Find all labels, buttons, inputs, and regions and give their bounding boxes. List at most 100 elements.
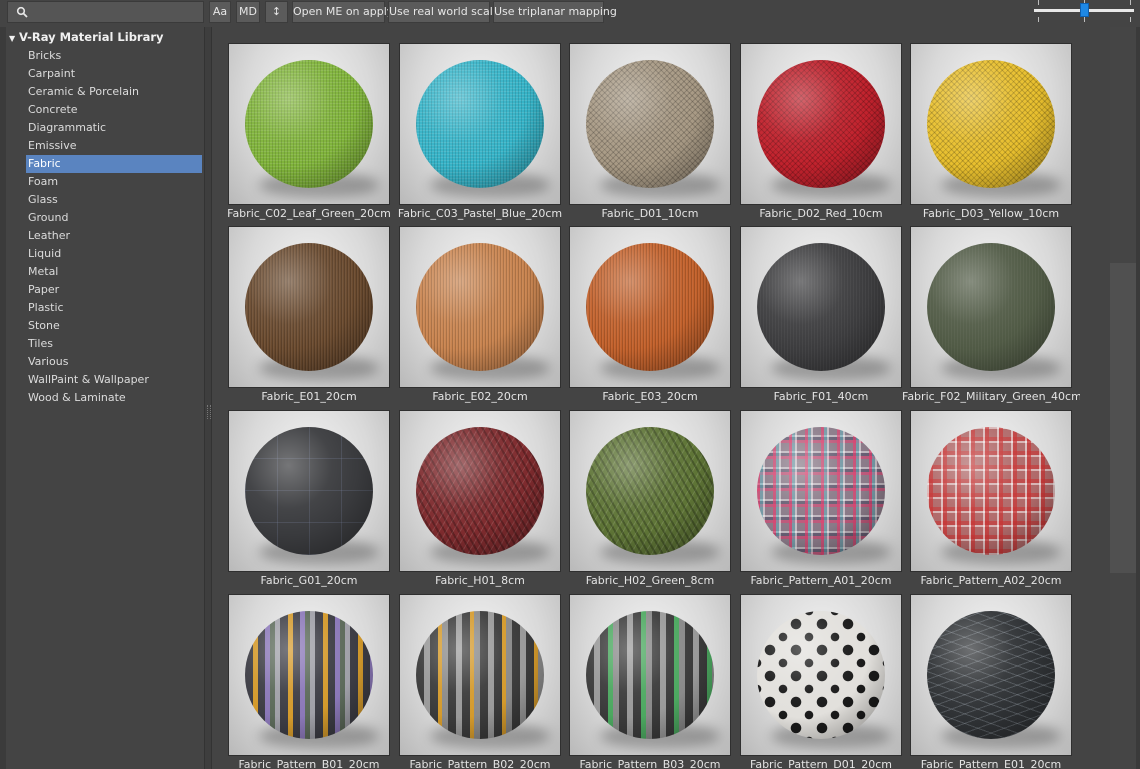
panel-splitter[interactable] bbox=[204, 27, 212, 769]
material-sphere-preview bbox=[757, 243, 885, 371]
material-thumbnail[interactable] bbox=[228, 226, 390, 388]
splitter-grip-icon[interactable] bbox=[207, 405, 211, 419]
material-name-label: Fabric_Pattern_B01_20cm bbox=[238, 758, 380, 769]
material-sphere-preview bbox=[927, 60, 1055, 188]
slider-thumb[interactable] bbox=[1080, 3, 1089, 17]
scrollbar-handle[interactable] bbox=[1110, 263, 1136, 573]
material-name-label: Fabric_C02_Leaf_Green_20cm bbox=[227, 207, 391, 220]
material-name-label: Fabric_Pattern_D01_20cm bbox=[750, 758, 892, 769]
thumbnail-size-slider[interactable] bbox=[1034, 0, 1134, 24]
material-thumbnail[interactable] bbox=[569, 226, 731, 388]
material-name-label: Fabric_Pattern_E01_20cm bbox=[920, 758, 1062, 769]
sidebar-item-wallpaint-wallpaper[interactable]: WallPaint & Wallpaper bbox=[26, 371, 202, 389]
material-thumbnail[interactable] bbox=[228, 43, 390, 205]
left-edge-strip bbox=[0, 27, 6, 769]
sidebar-item-liquid[interactable]: Liquid bbox=[26, 245, 202, 263]
material-thumbnail[interactable] bbox=[910, 43, 1072, 205]
sidebar-item-bricks[interactable]: Bricks bbox=[26, 47, 202, 65]
material-name-label: Fabric_E03_20cm bbox=[602, 390, 698, 403]
vertical-scrollbar[interactable] bbox=[1110, 27, 1140, 769]
material-name-label: Fabric_D01_10cm bbox=[601, 207, 699, 220]
material-thumbnail[interactable] bbox=[569, 594, 731, 756]
material-grid: Fabric_C02_Leaf_Green_20cm Fabric_C03_Pas… bbox=[213, 27, 1110, 769]
sidebar-item-paper[interactable]: Paper bbox=[26, 281, 202, 299]
material-name-label: Fabric_D03_Yellow_10cm bbox=[922, 207, 1060, 220]
material-sphere-preview bbox=[245, 611, 373, 739]
material-name-label: Fabric_H01_8cm bbox=[435, 574, 525, 587]
material-thumbnail[interactable] bbox=[228, 410, 390, 572]
material-sphere-preview bbox=[927, 611, 1055, 739]
material-name-label: Fabric_Pattern_A01_20cm bbox=[750, 574, 892, 587]
toolbar: Aa MD ↕ Open ME on apply Use real world … bbox=[0, 0, 1140, 26]
material-sphere-preview bbox=[245, 243, 373, 371]
material-name-label: Fabric_F02_Military_Green_40cm bbox=[902, 390, 1080, 403]
sidebar-item-ground[interactable]: Ground bbox=[26, 209, 202, 227]
material-thumbnail[interactable] bbox=[740, 43, 902, 205]
search-icon bbox=[16, 6, 28, 18]
material-thumbnail[interactable] bbox=[399, 226, 561, 388]
sidebar-item-leather[interactable]: Leather bbox=[26, 227, 202, 245]
material-name-label: Fabric_G01_20cm bbox=[260, 574, 358, 587]
md-button[interactable]: MD bbox=[236, 1, 260, 23]
material-name-label: Fabric_Pattern_B03_20cm bbox=[579, 758, 721, 769]
category-tree: ▼ V-Ray Material Library Bricks Carpaint Ce… bbox=[7, 27, 204, 769]
tree-root-label: V-Ray Material Library bbox=[19, 30, 164, 44]
search-input[interactable] bbox=[7, 1, 204, 23]
material-sphere-preview bbox=[245, 60, 373, 188]
material-name-label: Fabric_Pattern_A02_20cm bbox=[920, 574, 1062, 587]
expand-arrow-icon[interactable]: ▼ bbox=[9, 34, 19, 43]
sidebar-item-plastic[interactable]: Plastic bbox=[26, 299, 202, 317]
material-thumbnail[interactable] bbox=[228, 594, 390, 756]
use-real-world-scale-button[interactable]: Use real world scale bbox=[388, 1, 500, 23]
material-sphere-preview bbox=[927, 243, 1055, 371]
material-thumbnail[interactable] bbox=[910, 594, 1072, 756]
sidebar-item-ceramic-porcelain[interactable]: Ceramic & Porcelain bbox=[26, 83, 202, 101]
material-name-label: Fabric_H02_Green_8cm bbox=[585, 574, 715, 587]
use-triplanar-mapping-button[interactable]: Use triplanar mapping bbox=[493, 1, 617, 23]
material-thumbnail[interactable] bbox=[399, 594, 561, 756]
material-sphere-preview bbox=[927, 427, 1055, 555]
sidebar-item-tiles[interactable]: Tiles bbox=[26, 335, 202, 353]
material-sphere-preview bbox=[416, 60, 544, 188]
sidebar-item-fabric[interactable]: Fabric bbox=[26, 155, 202, 173]
material-thumbnail[interactable] bbox=[740, 226, 902, 388]
sidebar-item-diagrammatic[interactable]: Diagrammatic bbox=[26, 119, 202, 137]
material-thumbnail[interactable] bbox=[569, 43, 731, 205]
material-name-label: Fabric_F01_40cm bbox=[773, 390, 869, 403]
sidebar-item-various[interactable]: Various bbox=[26, 353, 202, 371]
material-name-label: Fabric_C03_Pastel_Blue_20cm bbox=[397, 207, 563, 220]
material-sphere-preview bbox=[586, 243, 714, 371]
material-thumbnail[interactable] bbox=[740, 594, 902, 756]
sidebar-item-stone[interactable]: Stone bbox=[26, 317, 202, 335]
open-me-on-apply-button[interactable]: Open ME on apply bbox=[292, 1, 393, 23]
sidebar-item-metal[interactable]: Metal bbox=[26, 263, 202, 281]
sidebar-item-foam[interactable]: Foam bbox=[26, 173, 202, 191]
material-thumbnail[interactable] bbox=[910, 410, 1072, 572]
material-thumbnail[interactable] bbox=[740, 410, 902, 572]
material-sphere-preview bbox=[757, 611, 885, 739]
material-name-label: Fabric_E02_20cm bbox=[432, 390, 528, 403]
material-thumbnail[interactable] bbox=[910, 226, 1072, 388]
material-name-label: Fabric_Pattern_B02_20cm bbox=[409, 758, 551, 769]
material-thumbnail[interactable] bbox=[569, 410, 731, 572]
material-sphere-preview bbox=[416, 427, 544, 555]
material-thumbnail[interactable] bbox=[399, 410, 561, 572]
scrollbar-edge bbox=[1136, 27, 1140, 769]
material-sphere-preview bbox=[245, 427, 373, 555]
material-name-label: Fabric_D02_Red_10cm bbox=[759, 207, 883, 220]
sidebar-item-carpaint[interactable]: Carpaint bbox=[26, 65, 202, 83]
sort-button[interactable]: ↕ bbox=[265, 1, 288, 23]
material-sphere-preview bbox=[586, 60, 714, 188]
material-sphere-preview bbox=[416, 611, 544, 739]
material-sphere-preview bbox=[757, 427, 885, 555]
match-case-button[interactable]: Aa bbox=[209, 1, 231, 23]
material-name-label: Fabric_E01_20cm bbox=[261, 390, 357, 403]
sidebar-item-glass[interactable]: Glass bbox=[26, 191, 202, 209]
sidebar-item-emissive[interactable]: Emissive bbox=[26, 137, 202, 155]
tree-root-vray-material-library[interactable]: ▼ V-Ray Material Library bbox=[9, 30, 164, 46]
sidebar-item-concrete[interactable]: Concrete bbox=[26, 101, 202, 119]
sidebar-item-wood-laminate[interactable]: Wood & Laminate bbox=[26, 389, 202, 407]
material-thumbnail[interactable] bbox=[399, 43, 561, 205]
material-sphere-preview bbox=[757, 60, 885, 188]
material-sphere-preview bbox=[586, 611, 714, 739]
